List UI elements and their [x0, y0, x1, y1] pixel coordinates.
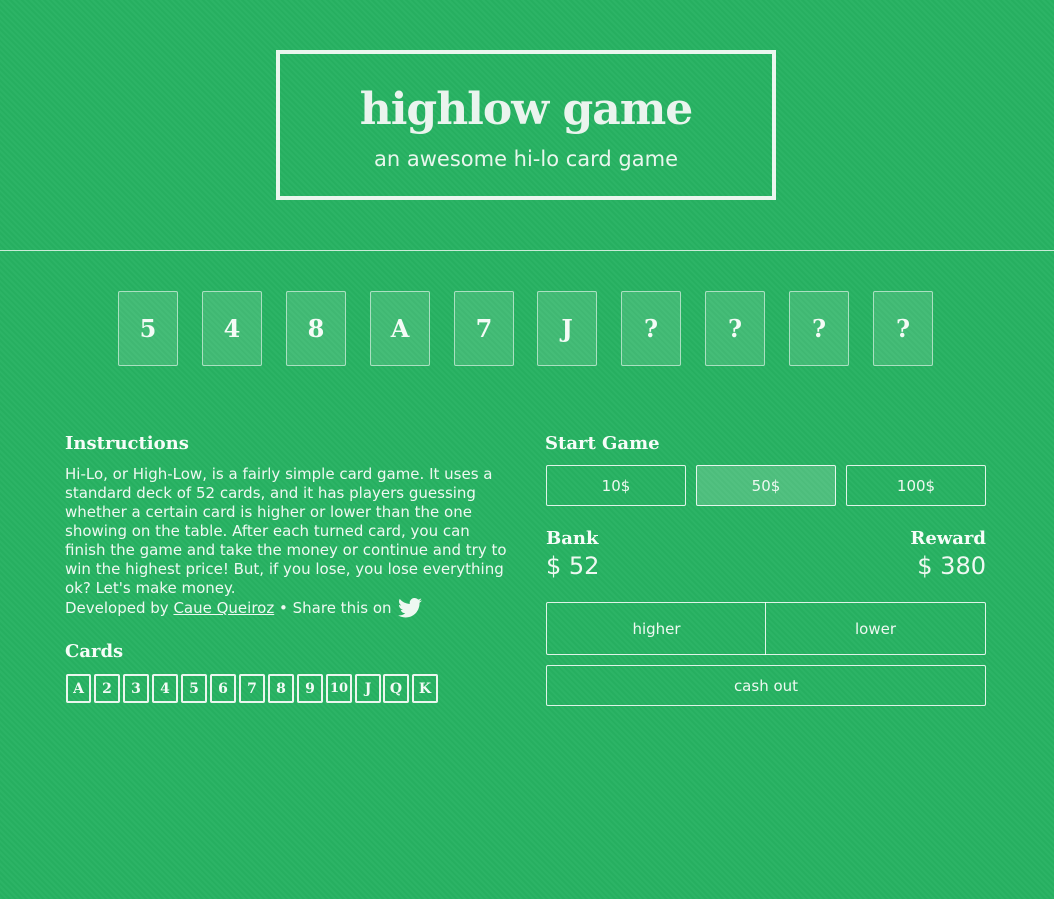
reward-value: $ 380 — [917, 552, 986, 580]
bet-100-button[interactable]: 100$ — [846, 465, 986, 506]
table-card: 5 — [118, 291, 178, 366]
legend-card: 10 — [326, 674, 352, 703]
legend-card: 9 — [297, 674, 323, 703]
author-link[interactable]: Caue Queiroz — [173, 599, 274, 617]
table-card: A — [370, 291, 430, 366]
legend-card: Q — [383, 674, 409, 703]
legend-card: 2 — [94, 674, 120, 703]
legend-card: 8 — [268, 674, 294, 703]
bet-50-button[interactable]: 50$ — [696, 465, 836, 506]
cards-heading: Cards — [65, 641, 124, 662]
legend-card: 6 — [210, 674, 236, 703]
legend-card: 5 — [181, 674, 207, 703]
legend-card: A — [66, 674, 91, 703]
instructions-heading: Instructions — [65, 433, 189, 454]
table-card: 8 — [286, 291, 346, 366]
bet-10-button[interactable]: 10$ — [546, 465, 686, 506]
legend-card: 3 — [123, 674, 149, 703]
legend-card: K — [412, 674, 438, 703]
table-card: J — [537, 291, 597, 366]
header-divider — [0, 250, 1054, 251]
credits: Developed by Caue Queiroz • Share this o… — [65, 597, 422, 618]
developed-by-label: Developed by — [65, 599, 169, 617]
bank-label: Bank — [546, 528, 599, 549]
legend-card: 4 — [152, 674, 178, 703]
legend-card: 7 — [239, 674, 265, 703]
lower-button[interactable]: lower — [765, 602, 986, 655]
table-card-hidden: ? — [705, 291, 765, 366]
legend-card: J — [355, 674, 381, 703]
higher-button[interactable]: higher — [546, 602, 766, 655]
bank-value: $ 52 — [546, 552, 600, 580]
game-subtitle: an awesome hi-lo card game — [374, 147, 678, 171]
table-card-hidden: ? — [621, 291, 681, 366]
start-game-heading: Start Game — [545, 433, 660, 454]
table-card: 4 — [202, 291, 262, 366]
instructions-text: Hi-Lo, or High-Low, is a fairly simple c… — [65, 465, 507, 597]
twitter-icon[interactable] — [397, 597, 422, 618]
table-card-hidden: ? — [873, 291, 933, 366]
header-box: highlow game an awesome hi-lo card game — [276, 50, 776, 200]
reward-label: Reward — [910, 528, 986, 549]
game-title: highlow game — [359, 84, 694, 135]
table-card-hidden: ? — [789, 291, 849, 366]
table-card: 7 — [454, 291, 514, 366]
share-label: • Share this on — [279, 599, 392, 617]
cash-out-button[interactable]: cash out — [546, 665, 986, 706]
